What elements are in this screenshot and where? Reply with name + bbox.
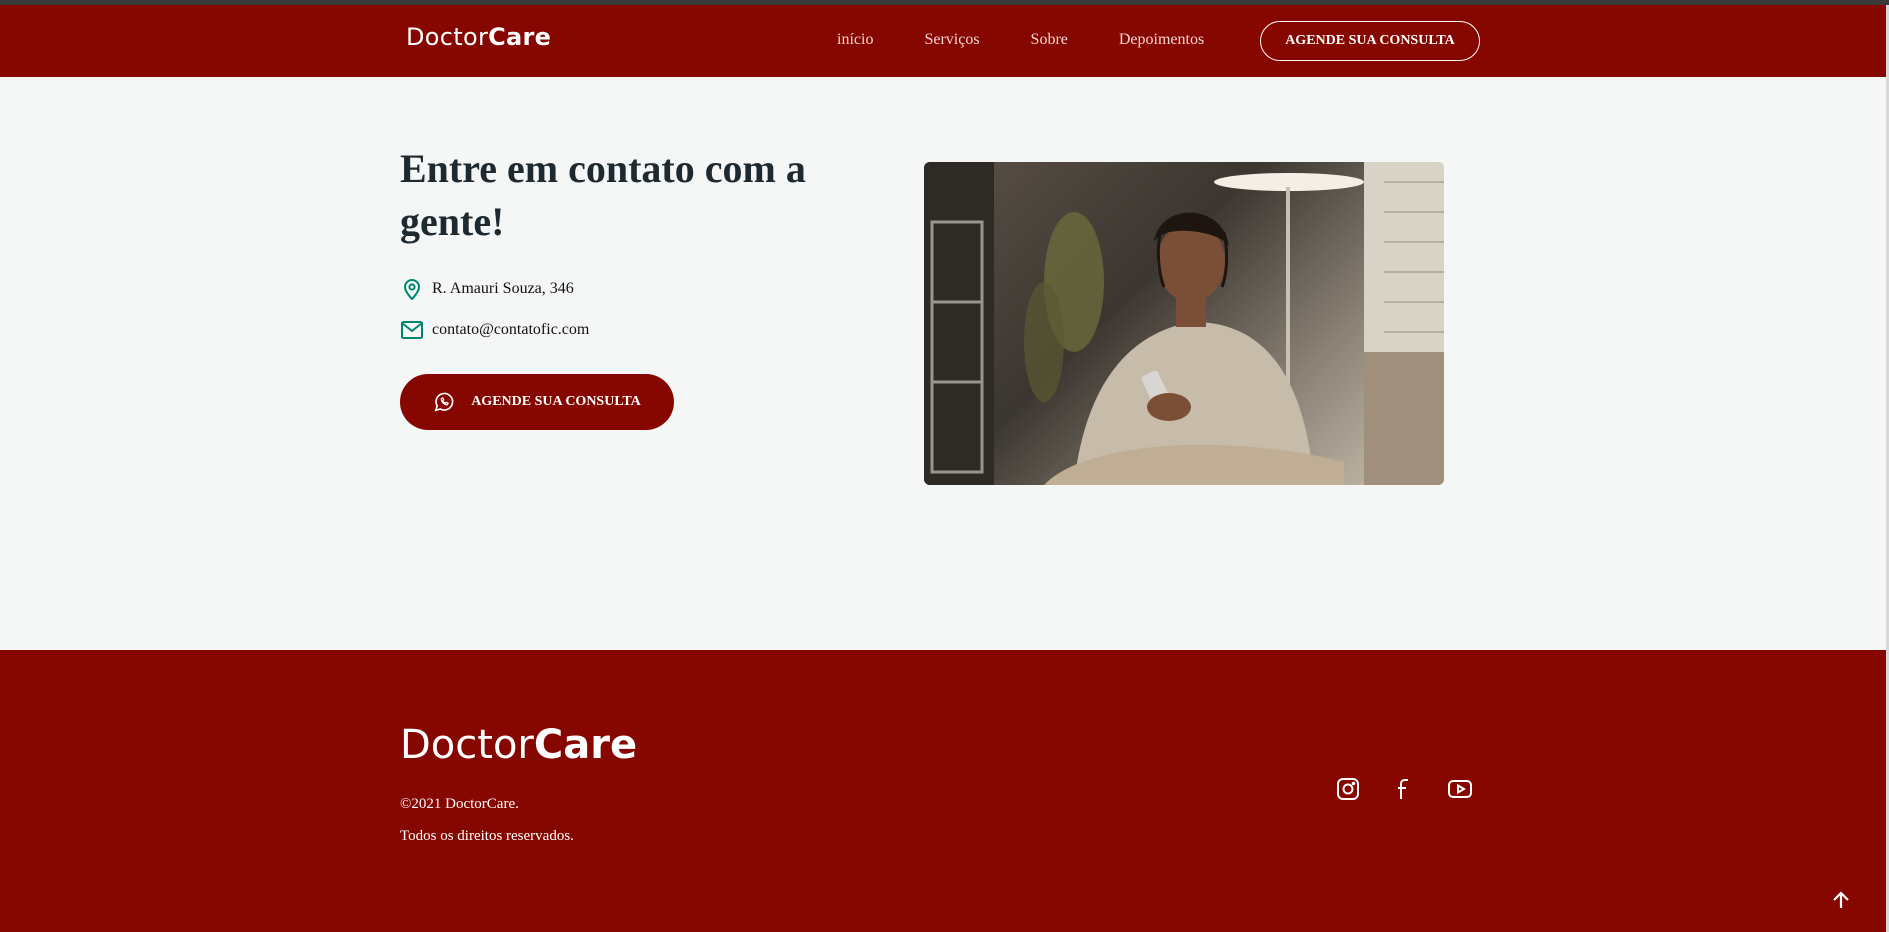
nav-link-sobre[interactable]: Sobre (1031, 31, 1068, 49)
address-row: R. Amauri Souza, 346 (400, 277, 574, 301)
map-pin-icon (400, 277, 424, 301)
contact-photo (924, 162, 1444, 485)
youtube-icon[interactable] (1446, 775, 1474, 803)
whatsapp-icon (433, 391, 455, 413)
copyright-text: ©2021 DoctorCare. (400, 796, 519, 812)
social-links (1334, 775, 1502, 803)
contact-title: Entre em contato com a gente! (400, 146, 806, 244)
main-nav: início Serviços Sobre Depoimentos (837, 31, 1255, 49)
nav-link-servicos[interactable]: Serviços (924, 31, 979, 49)
rights-text: Todos os direitos reservados. (400, 828, 574, 844)
cta-label: AGENDE SUA CONSULTA (471, 394, 641, 409)
facebook-icon[interactable] (1390, 775, 1418, 803)
footer-logo[interactable]: DoctorCare (400, 722, 637, 768)
header-logo[interactable]: DoctorCare (406, 23, 551, 51)
address-text: R. Amauri Souza, 346 (432, 280, 574, 297)
email-text: contato@contatofic.com (432, 321, 590, 338)
arrow-up-icon (1832, 890, 1850, 915)
header-schedule-button[interactable]: AGENDE SUA CONSULTA (1260, 21, 1480, 61)
nav-link-depoimentos[interactable]: Depoimentos (1119, 31, 1204, 49)
site-header: DoctorCare início Serviços Sobre Depoime… (0, 5, 1886, 77)
schedule-whatsapp-button[interactable]: AGENDE SUA CONSULTA (400, 374, 674, 430)
site-footer: DoctorCare ©2021 DoctorCare. Todos os di… (0, 650, 1886, 932)
back-to-top-button[interactable] (1826, 887, 1856, 917)
instagram-icon[interactable] (1334, 775, 1362, 803)
nav-link-inicio[interactable]: início (837, 31, 873, 49)
mail-icon (400, 318, 424, 342)
email-row: contato@contatofic.com (400, 318, 589, 342)
